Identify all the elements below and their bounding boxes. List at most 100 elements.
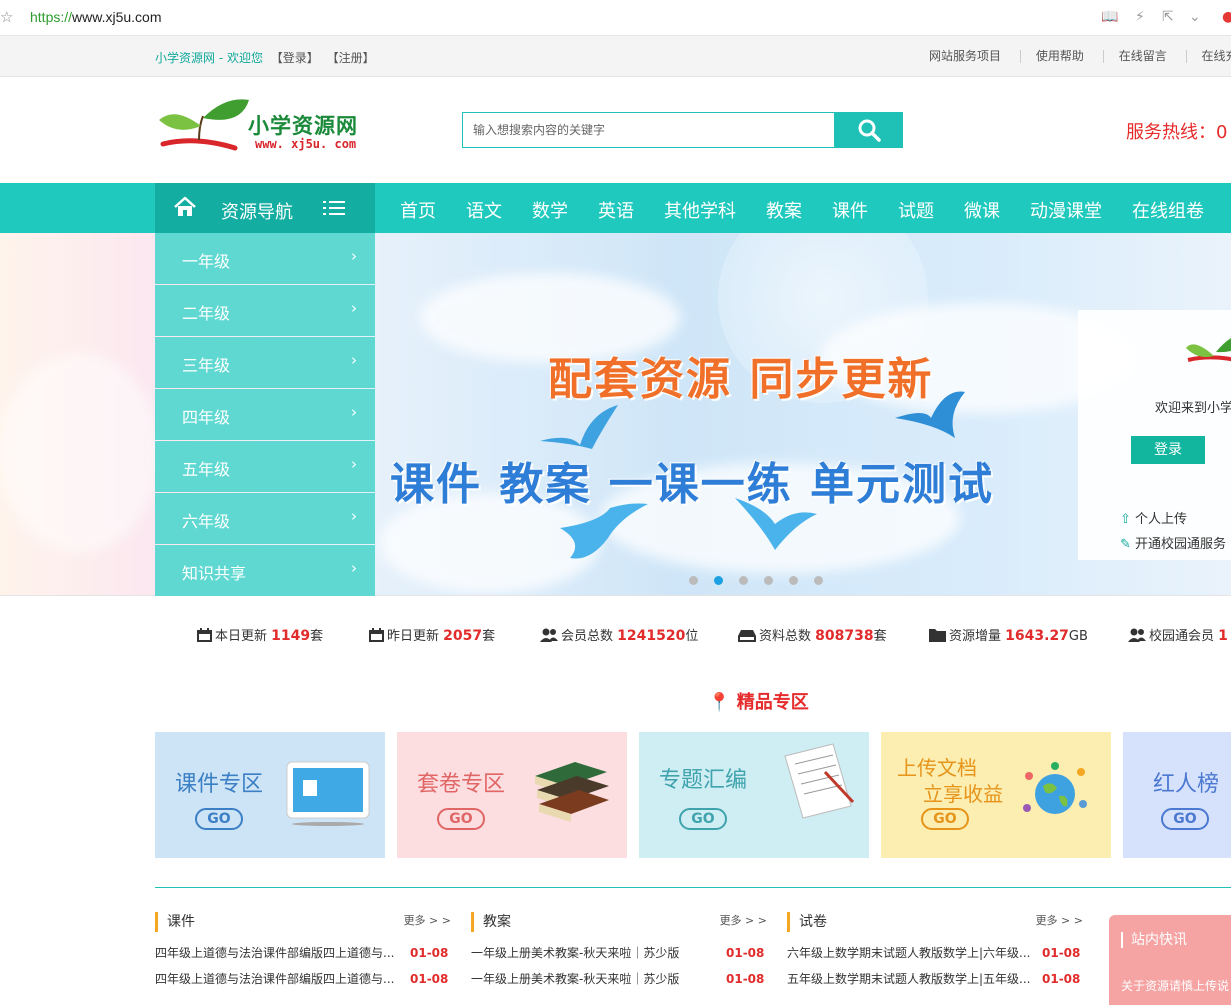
carousel-dot[interactable] — [764, 576, 773, 585]
stat-members: 会员总数 1241520位 — [540, 625, 698, 644]
search-icon — [858, 119, 881, 142]
top-link-recharge[interactable]: 在线充 — [1185, 50, 1231, 63]
list-item-title[interactable]: 一年级上册美术教案-秋天来啦｜苏少版 — [471, 940, 716, 966]
chevron-right-icon: › — [351, 507, 357, 525]
login-card: 欢迎来到小学 登录 ⇧ 个人上传 ✎ 开通校园通服务 — [1078, 310, 1231, 560]
list-item[interactable]: 一年级上册美术教案-秋天来啦｜苏少版 01-08 — [471, 940, 771, 966]
login-link[interactable]: 【登录】 — [271, 51, 319, 65]
share-icon[interactable]: ⇱ — [1162, 9, 1174, 25]
carousel-dot[interactable] — [814, 576, 823, 585]
address-url[interactable]: https://www.xj5u.com — [30, 9, 162, 25]
chevron-down-icon[interactable]: ⌄ — [1189, 9, 1201, 25]
stat-label: 校园通会员 — [1149, 629, 1215, 644]
nav-lesson-plans[interactable]: 教案 — [766, 197, 802, 223]
site-welcome-link[interactable]: 小学资源网 - 欢迎您 — [155, 51, 263, 65]
list-item[interactable]: 四年级上道德与法治课件部编版四上道德与... 01-08 — [155, 940, 455, 966]
grade-item-2[interactable]: 二年级 › — [155, 285, 375, 336]
more-link[interactable]: 更多 > > — [1036, 911, 1083, 931]
nav-other-subjects[interactable]: 其他学科 — [664, 197, 736, 223]
top-utility-bar: 小学资源网 - 欢迎您 【登录】 【注册】 网站服务项目 使用帮助 在线留言 在… — [0, 36, 1231, 77]
bookmark-star-icon[interactable]: ☆ — [0, 8, 13, 26]
nav-math[interactable]: 数学 — [532, 197, 568, 223]
edit-icon: ✎ — [1120, 537, 1131, 552]
stat-today-updates: 本日更新 1149套 — [197, 625, 323, 644]
grade-item-5[interactable]: 五年级 › — [155, 441, 375, 492]
zone-courseware[interactable]: 课件专区 GO — [155, 732, 385, 858]
nav-online-exam-builder[interactable]: 在线组卷 — [1132, 197, 1204, 223]
nav-chinese[interactable]: 语文 — [466, 197, 502, 223]
nav-micro-lessons[interactable]: 微课 — [964, 197, 1000, 223]
list-item-title[interactable]: 五年级上数学期末试题人教版数学上|五年级... — [787, 966, 1032, 992]
extension-icon[interactable]: ● — [1222, 9, 1231, 25]
zone-go-button[interactable]: GO — [921, 808, 969, 830]
stat-yesterday-updates: 昨日更新 2057套 — [369, 625, 495, 644]
campus-service-link[interactable]: ✎ 开通校园通服务 — [1120, 533, 1226, 552]
list-item-title[interactable]: 四年级上道德与法治课件部编版四上道德与... — [155, 940, 400, 966]
register-link[interactable]: 【注册】 — [327, 51, 375, 65]
grade-item-3[interactable]: 三年级 › — [155, 337, 375, 388]
grade-item-1[interactable]: 一年级 › — [155, 233, 375, 284]
list-item[interactable]: 一年级上册美术教案-秋天来啦｜苏少版 01-08 — [471, 966, 771, 992]
more-link[interactable]: 更多 > > — [720, 911, 767, 931]
news-item[interactable]: 关于资源请慎上传说 — [1121, 977, 1229, 994]
location-pin-icon: 📍 — [708, 692, 731, 713]
list-item-title[interactable]: 四年级上道德与法治课件部编版四上道德与... — [155, 966, 400, 992]
zone-test-papers[interactable]: 套卷专区 GO — [397, 732, 627, 858]
grade-label: 六年级 — [182, 512, 231, 531]
top-link-help[interactable]: 使用帮助 — [1019, 50, 1099, 63]
grade-label: 三年级 — [182, 356, 231, 375]
site-logo[interactable]: 小学资源网 www. xj5u. com — [155, 96, 365, 160]
list-item-date: 01-08 — [1042, 972, 1081, 986]
list-item[interactable]: 六年级上数学期末试题人教版数学上|六年级... 01-08 — [787, 940, 1087, 966]
nav-exams[interactable]: 试题 — [898, 197, 934, 223]
zone-subtitle: 立享收益 — [923, 782, 1003, 806]
carousel-dot[interactable] — [739, 576, 748, 585]
resource-nav-toggle[interactable]: 资源导航 — [155, 183, 375, 233]
grade-label: 二年级 — [182, 304, 231, 323]
top-link-services[interactable]: 网站服务项目 — [929, 50, 1016, 63]
nav-home[interactable]: 首页 — [400, 197, 436, 223]
grade-label: 四年级 — [182, 408, 231, 427]
zone-go-button[interactable]: GO — [195, 808, 243, 830]
site-stats: 本日更新 1149套 昨日更新 2057套 会员总数 1241520位 资料总数… — [0, 625, 1231, 647]
list-item-title[interactable]: 一年级上册美术教案-秋天来啦｜苏少版 — [471, 966, 716, 992]
carousel-dot[interactable] — [689, 576, 698, 585]
list-item[interactable]: 五年级上数学期末试题人教版数学上|五年级... 01-08 — [787, 966, 1087, 992]
grade-label: 五年级 — [182, 460, 231, 479]
hard-drive-icon — [738, 630, 756, 642]
list-item-title[interactable]: 六年级上数学期末试题人教版数学上|六年级... — [787, 940, 1032, 966]
carousel-dot[interactable] — [789, 576, 798, 585]
nav-english[interactable]: 英语 — [598, 197, 634, 223]
list-item-date: 01-08 — [726, 972, 765, 986]
more-link[interactable]: 更多 > > — [404, 911, 451, 931]
carousel-dot-active[interactable] — [714, 576, 723, 585]
nav-courseware[interactable]: 课件 — [832, 197, 868, 223]
stat-campus-members: 校园通会员 1 — [1128, 625, 1228, 644]
list-item[interactable]: 四年级上道德与法治课件部编版四上道德与... 01-08 — [155, 966, 455, 992]
column-test-papers: 试卷 更多 > > 六年级上数学期末试题人教版数学上|六年级... 01-08 五年… — [787, 912, 1087, 992]
nav-animation-class[interactable]: 动漫课堂 — [1030, 197, 1102, 223]
zone-go-button[interactable]: GO — [1161, 808, 1209, 830]
grade-item-4[interactable]: 四年级 › — [155, 389, 375, 440]
chevron-right-icon: › — [351, 455, 357, 473]
zone-upload-earn[interactable]: 上传文档 立享收益 GO — [881, 732, 1111, 858]
grade-item-knowledge-sharing[interactable]: 知识共享 › — [155, 545, 375, 596]
column-header: 教案 更多 > > — [471, 912, 771, 932]
top-link-message[interactable]: 在线留言 — [1102, 50, 1182, 63]
search-button[interactable] — [834, 112, 903, 148]
login-button[interactable]: 登录 — [1131, 436, 1205, 464]
search-input[interactable] — [463, 113, 833, 147]
leaf-logo-icon — [159, 99, 249, 151]
grade-item-6[interactable]: 六年级 › — [155, 493, 375, 544]
zone-top-contributors[interactable]: 红人榜 GO — [1123, 732, 1231, 858]
zone-topic-collection[interactable]: 专题汇编 GO — [639, 732, 869, 858]
reader-icon[interactable]: 📖 — [1101, 9, 1118, 25]
zone-go-button[interactable]: GO — [437, 808, 485, 830]
zone-go-button[interactable]: GO — [679, 808, 727, 830]
login-welcome-text: 欢迎来到小学 — [1155, 401, 1231, 416]
personal-upload-link[interactable]: ⇧ 个人上传 — [1120, 508, 1187, 527]
bird-icon — [540, 405, 618, 449]
calendar-icon — [197, 628, 212, 642]
list-item-date: 01-08 — [410, 946, 449, 960]
lightning-icon[interactable]: ⚡ — [1135, 9, 1145, 25]
